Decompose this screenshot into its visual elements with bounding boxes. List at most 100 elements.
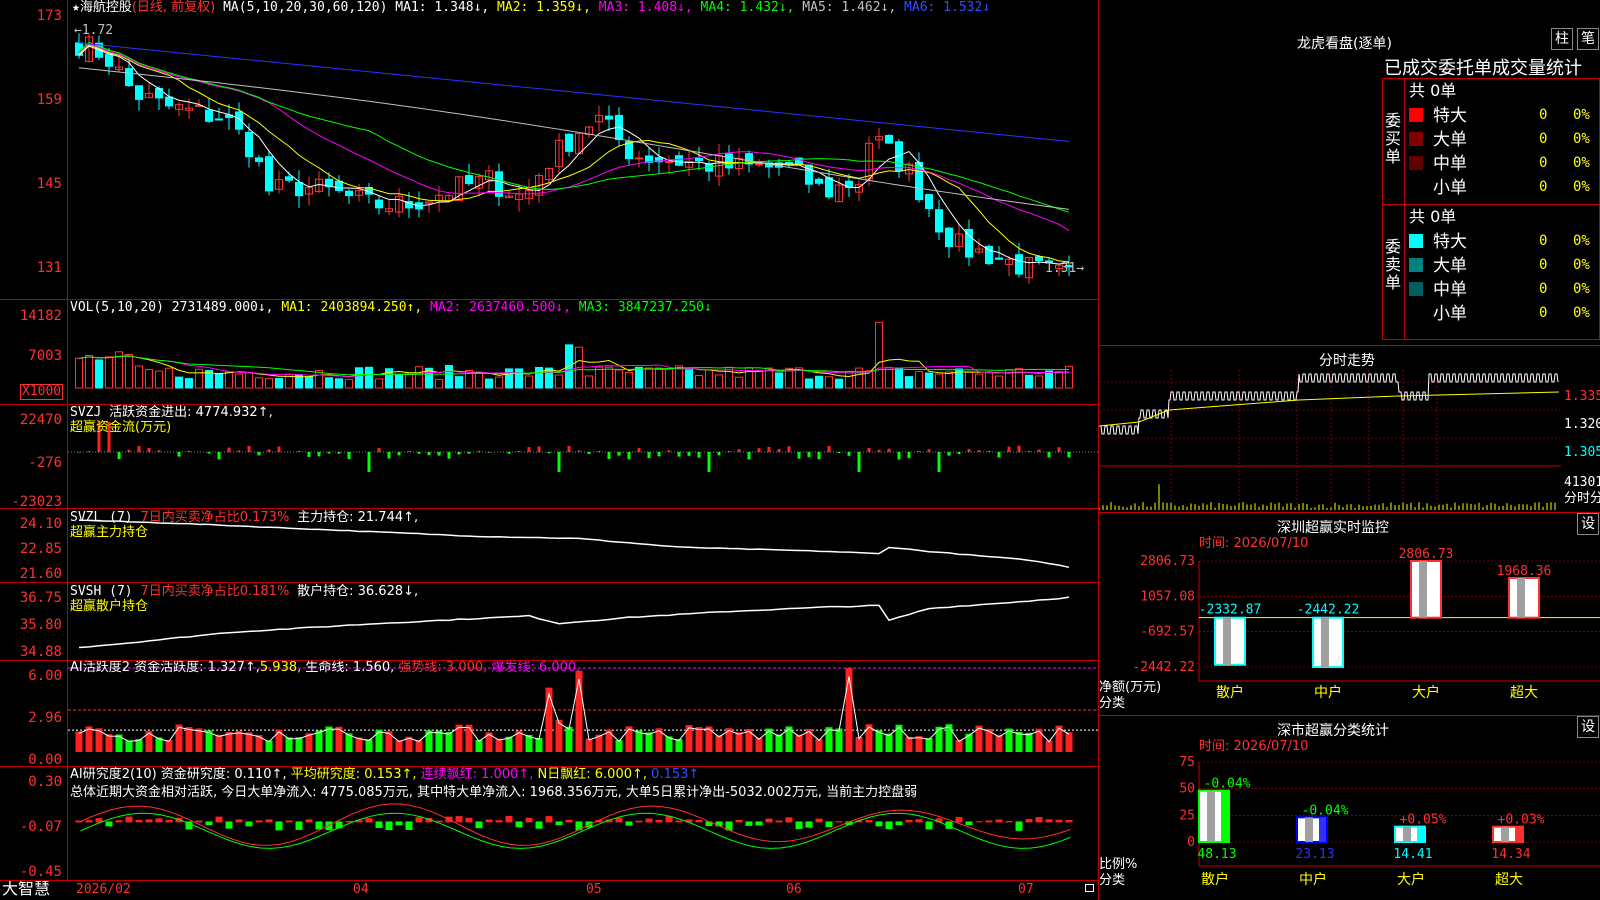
research-bar <box>615 817 623 823</box>
volume-bar <box>225 371 233 389</box>
volume-bar <box>845 370 853 389</box>
flow-bar <box>317 452 321 457</box>
flow-bar <box>817 452 821 460</box>
monitor-ylabel: 净额(万元) <box>1099 680 1162 695</box>
flow-bar <box>527 447 531 452</box>
volume-panel[interactable]: VOL(5,10,20) 2731489.000↓, MA1: 2403894.… <box>0 300 1098 404</box>
svzj-name: 活跃资金进出: 4774.932↑, <box>109 405 273 420</box>
price-tick: 145 <box>36 176 62 192</box>
intraday-panel[interactable]: 分时走势 1.335 1.320 1.305 41301 分时分 <box>1099 346 1600 512</box>
activity-chart[interactable] <box>68 660 1098 766</box>
volume-bar <box>1015 368 1023 389</box>
ratio-bar-shade <box>1501 826 1509 842</box>
classify-tick: 25 <box>1179 808 1195 823</box>
intraday-vol-label: 分时分 <box>1564 491 1600 506</box>
flow-bar <box>367 452 371 472</box>
bar-mode-button[interactable]: 柱 <box>1551 28 1573 50</box>
activity-bar <box>445 732 453 752</box>
order-percent: 0% <box>1573 131 1590 147</box>
legend-swatch <box>1409 108 1423 122</box>
ratio-bar-shade <box>1207 790 1215 842</box>
ai2-summary: 总体近期大资金相对活跃, 今日大单净流入: 4775.085万元, 其中特大单净… <box>70 785 918 800</box>
ma4-value: MA4: 1.432↓, <box>700 0 795 15</box>
research-bar <box>975 821 983 823</box>
ma5-value: MA5: 1.462↓, <box>802 0 897 15</box>
research-chart[interactable] <box>68 766 1098 880</box>
research-bar <box>805 821 813 828</box>
monitor-tick: 2806.73 <box>1140 554 1195 569</box>
research-bar <box>955 817 963 823</box>
volume-bar <box>1045 370 1053 389</box>
ai2-value5: 0.153↑ <box>651 767 700 782</box>
activity-bar <box>945 724 953 752</box>
ratio-chart[interactable]: 75 50 25 0 -0.04% 48.13 散户 -0.04% 23.13 中户 +0.05% 1… <box>1099 716 1600 900</box>
tick-mode-button[interactable]: 笔 <box>1577 28 1599 50</box>
divider <box>0 508 1098 509</box>
candle-body <box>725 153 733 169</box>
classify-tick: 0 <box>1187 835 1195 850</box>
legend-swatch <box>1409 180 1423 194</box>
svsh-panel[interactable]: SVSH (7) 7日内买卖净占比0.181% 散户持仓: 36.628↓, 超… <box>0 582 1098 660</box>
vol-ma1: MA1: 2403894.250↑, <box>281 300 423 315</box>
flow-bar <box>827 445 831 452</box>
volume-bar <box>495 376 503 389</box>
candle-body <box>675 155 683 166</box>
flow-bar <box>1047 452 1051 458</box>
candle-body <box>205 109 213 122</box>
volume-bar <box>535 366 543 389</box>
volume-bar <box>195 368 203 389</box>
candlestick-chart[interactable] <box>68 18 1098 298</box>
volume-bar <box>475 373 483 389</box>
order-percent: 0% <box>1573 107 1590 123</box>
flow-bar <box>787 446 791 452</box>
classify-panel[interactable]: 深市超赢分类统计 设 时间: 2026/07/10 75 50 25 0 -0.04% 4… <box>1099 716 1600 900</box>
order-percent: 0% <box>1573 281 1590 297</box>
flow-bar <box>427 452 431 456</box>
monitor-panel[interactable]: 深圳超赢实时监控 设 时间: 2026/07/10 2806.73 1057.08… <box>1099 513 1600 715</box>
candle-body <box>755 163 763 166</box>
order-size-label: 中单 <box>1433 280 1467 300</box>
flow-bar <box>977 450 981 452</box>
candle-body <box>165 96 173 107</box>
favorite-star-icon[interactable]: ★ <box>72 0 80 15</box>
research-bar <box>475 821 483 829</box>
ratio-bar-accent <box>1515 826 1522 842</box>
candle-body <box>945 227 953 248</box>
research-bar <box>1045 819 1053 823</box>
research-bar <box>275 821 283 831</box>
flow-bar <box>657 452 661 457</box>
research-bar <box>365 818 373 823</box>
vol-label: VOL(5,10,20) <box>70 300 164 315</box>
activity-bar <box>635 730 643 752</box>
flow-bar <box>227 447 231 452</box>
svzj-label: SVZJ <box>70 405 102 420</box>
volume-bar <box>935 373 943 389</box>
intraday-chart[interactable] <box>1099 370 1561 510</box>
net-amount-chart[interactable]: 2806.73 1057.08 -692.57 -2442.22 -2332.87 散户 -… <box>1099 513 1600 715</box>
research-bar <box>655 819 663 823</box>
chart-mode[interactable]: (日线, 前复权) <box>132 0 215 15</box>
lock-icon[interactable] <box>1085 884 1094 892</box>
divider <box>67 0 68 880</box>
activity-bar <box>165 740 173 752</box>
classify-ylabel: 比例% <box>1099 857 1138 872</box>
ai-research-panel[interactable]: AI研究度2(10) 资金研究度: 0.110↑, 平均研究度: 0.153↑,… <box>0 766 1098 880</box>
svzl-tick: 24.10 <box>19 516 62 532</box>
holding-line <box>78 596 1070 649</box>
activity-bar <box>995 735 1003 752</box>
volume-chart[interactable] <box>68 300 1098 400</box>
svzl-panel[interactable]: SVZL (7) 7日内买卖净占比0.173% 主力持仓: 21.744↑, 超… <box>0 508 1098 582</box>
ai-activity-panel[interactable]: AI活跃度2 资金活跃度: 1.327↑,5.938, 生命线: 1.560, … <box>0 660 1098 768</box>
volume-bar <box>525 375 533 389</box>
ai2-tick: -0.45 <box>19 864 62 880</box>
research-bar <box>505 815 513 823</box>
price-panel[interactable]: ★海航控股(日线, 前复权) MA(5,10,20,30,60,120) MA1… <box>0 0 1098 300</box>
activity-bar <box>1065 732 1073 752</box>
svzl-subtitle: 超赢主力持仓 <box>70 525 149 540</box>
ratio-value-label: 14.34 <box>1491 847 1530 862</box>
research-bar <box>165 819 173 823</box>
volume-bar <box>885 366 893 389</box>
activity-bar <box>885 733 893 752</box>
volume-bar <box>435 378 443 389</box>
svzj-panel[interactable]: SVZJ 活跃资金进出: 4774.932↑, 超赢资金流(万元) 22470 … <box>0 404 1098 510</box>
